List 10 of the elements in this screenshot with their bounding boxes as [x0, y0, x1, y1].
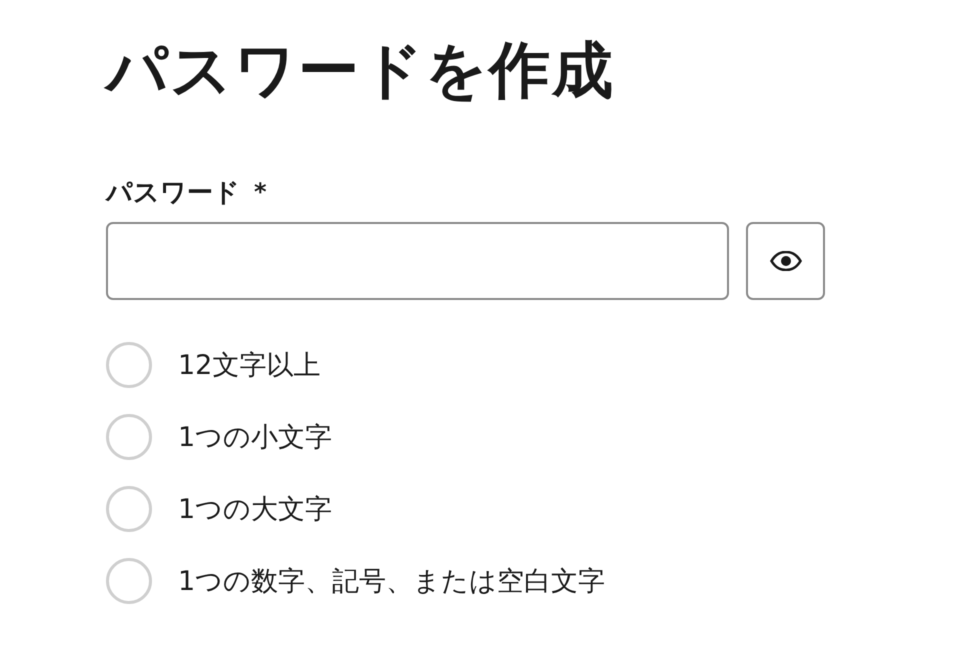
show-password-button[interactable] — [746, 222, 825, 300]
page-title: パスワードを作成 — [106, 28, 615, 114]
required-mark: * — [254, 178, 267, 206]
field-label: パスワード — [106, 176, 240, 210]
requirement-text: 12文字以上 — [178, 349, 320, 383]
password-input[interactable] — [106, 222, 729, 300]
requirement-text: 1つの大文字 — [178, 493, 332, 527]
eye-icon — [770, 251, 802, 271]
requirement-text: 1つの数字、記号、または空白文字 — [178, 565, 606, 599]
requirement-text: 1つの小文字 — [178, 421, 332, 455]
